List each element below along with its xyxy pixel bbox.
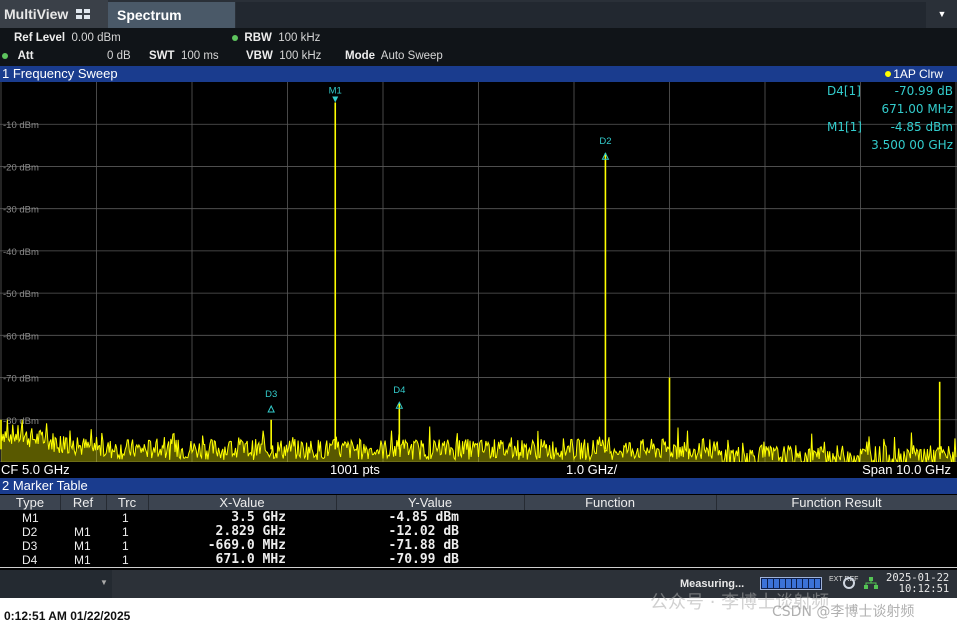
multiview-grid-icon: [76, 9, 91, 19]
spectrum-plot[interactable]: -10 dBm -20 dBm -30 dBm -40 dBm -50 dBm -60 d…: [0, 82, 957, 462]
tab-multiview[interactable]: MultiView: [0, 0, 108, 28]
col-x-value: X-Value: [219, 495, 265, 510]
tab-bar: MultiView Spectrum ▼: [0, 0, 957, 28]
time-text: 10:12:51: [898, 583, 950, 595]
marker-label: D4: [393, 385, 405, 396]
analyzer-window: MultiView Spectrum ▼ Ref Level 0.00 dBm …: [0, 0, 957, 598]
y-tick-label: -40 dBm: [3, 247, 39, 258]
y-tick-label: -10 dBm: [3, 120, 39, 131]
y-tick-label: -50 dBm: [3, 289, 39, 300]
marker-info-label: D4[1]: [827, 84, 861, 98]
vbw-setting[interactable]: VBW 100 kHz: [246, 50, 321, 62]
col-function: Function: [585, 495, 635, 510]
date-time-display: 2025-01-22 10:12:51: [886, 573, 949, 595]
center-frequency: CF 5.0 GHz: [1, 462, 70, 477]
col-function-result: Function Result: [791, 495, 882, 510]
trace-dot-icon: [885, 71, 892, 77]
sweep-status-bar: CF 5.0 GHz 1001 pts 1.0 GHz/ Span 10.0 G…: [0, 462, 957, 477]
frequency-per-division: 1.0 GHz/: [566, 462, 618, 477]
marker-table-row[interactable]: D3 M1 1 -669.0 MHz -71.88 dB: [0, 539, 957, 554]
trace-indicator[interactable]: 1AP Clrw: [885, 66, 943, 82]
rbw-status-dot: [232, 35, 238, 41]
tab-bar-empty-area: [236, 2, 926, 28]
window-menu-icon[interactable]: ▼: [927, 0, 957, 28]
col-type: Type: [15, 495, 45, 510]
y-tick-label: -80 dBm: [3, 416, 39, 427]
col-ref: Ref: [72, 495, 94, 510]
frequency-sweep-title-bar[interactable]: 1 Frequency Sweep 1AP Clrw: [0, 66, 957, 82]
tab-spectrum-label: Spectrum: [117, 7, 182, 23]
col-y-value: Y-Value: [407, 495, 453, 510]
rbw-setting[interactable]: RBW 100 kHz: [232, 32, 320, 44]
frequency-span: Span 10.0 GHz: [862, 462, 951, 477]
y-tick-label: -70 dBm: [3, 374, 39, 385]
reference-clock-icon: [843, 577, 855, 589]
marker-table-row[interactable]: M1 1 3.5 GHz -4.85 dBm: [0, 511, 957, 526]
mode-setting[interactable]: Mode Auto Sweep: [345, 50, 443, 62]
marker-info-label: M1[1]: [827, 120, 862, 134]
att-value: 0 dB: [107, 50, 131, 62]
marker-info-value: -70.99 dB: [895, 84, 953, 98]
marker-info-value: 671.00 MHz: [882, 102, 953, 116]
marker-table-title[interactable]: 2 Marker Table: [0, 478, 957, 494]
watermark-csdn: CSDN @李博士谈射频: [772, 604, 915, 620]
att-setting[interactable]: Att: [2, 50, 34, 62]
footer-dropdown[interactable]: ▼: [0, 570, 112, 598]
marker-label: D2: [599, 136, 611, 147]
y-tick-label: -60 dBm: [3, 331, 39, 342]
ref-level-setting[interactable]: Ref Level 0.00 dBm: [14, 32, 121, 44]
sweep-points: 1001 pts: [330, 462, 380, 477]
att-status-dot: [2, 53, 8, 59]
network-icon: [864, 577, 878, 589]
marker-table-row[interactable]: D4 M1 1 671.0 MHz -70.99 dB: [0, 553, 957, 568]
swt-setting[interactable]: SWT 100 ms: [149, 50, 219, 62]
marker-info-value: 3.500 00 GHz: [871, 138, 953, 152]
marker-table-row[interactable]: D2 M1 1 2.829 GHz -12.02 dB: [0, 525, 957, 540]
marker-label: M1: [329, 85, 342, 96]
marker-label: D3: [265, 389, 277, 400]
capture-timestamp: 0:12:51 AM 01/22/2025: [4, 609, 131, 623]
y-tick-label: -20 dBm: [3, 162, 39, 173]
tab-multiview-label: MultiView: [4, 6, 69, 22]
marker-table-divider: [0, 567, 957, 568]
y-tick-label: -30 dBm: [3, 205, 39, 216]
marker-info-value: -4.85 dBm: [891, 120, 953, 134]
frequency-sweep-title: 1 Frequency Sweep: [2, 66, 118, 81]
settings-header: Ref Level 0.00 dBm Att 0 dB SWT 100 ms R…: [0, 28, 957, 66]
chevron-down-icon: ▼: [100, 578, 108, 587]
marker-table-header: Type Ref Trc X-Value Y-Value Function Fu…: [0, 495, 957, 510]
col-trc: Trc: [117, 495, 137, 510]
tab-spectrum[interactable]: Spectrum: [108, 2, 235, 28]
